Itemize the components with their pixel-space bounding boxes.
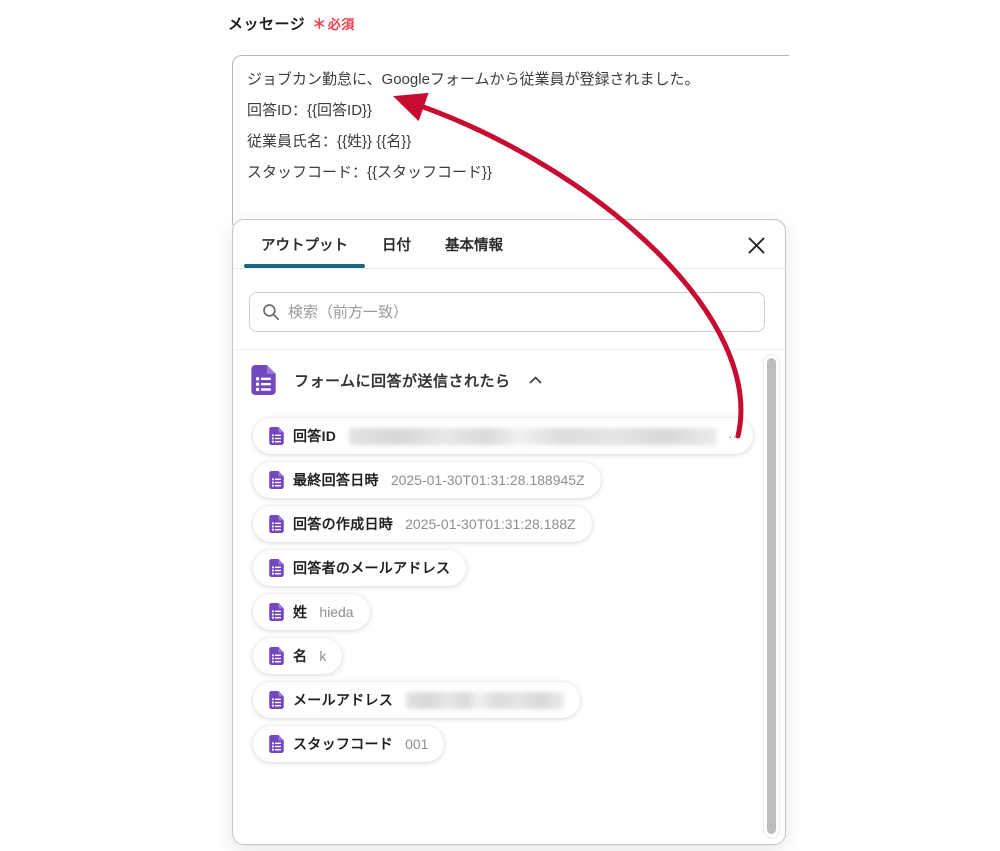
variable-value: 2025-01-30T01:31:28.188945Z bbox=[390, 472, 585, 488]
output-variable-last-name[interactable]: 姓 hieda bbox=[253, 594, 370, 630]
variable-label: スタッフコード bbox=[293, 736, 394, 752]
output-variable-answer-id[interactable]: 回答ID ·· bbox=[253, 418, 753, 454]
trigger-section-header[interactable]: フォームに回答が送信されたら bbox=[251, 362, 542, 398]
output-variable-created-time[interactable]: 回答の作成日時 2025-01-30T01:31:28.188Z bbox=[253, 506, 592, 542]
message-line: 従業員氏名：{{姓}} {{名}} bbox=[247, 133, 412, 150]
output-variable-first-name[interactable]: 名 k bbox=[253, 638, 343, 674]
output-variable-list: 回答ID ·· 最終回答日時 2025-01-30T01:31:28.18894… bbox=[253, 418, 753, 762]
trigger-section-title: フォームに回答が送信されたら bbox=[294, 372, 511, 390]
variable-value: k bbox=[319, 648, 327, 664]
output-variable-staff-code[interactable]: スタッフコード 001 bbox=[253, 726, 445, 762]
message-line: 回答ID：{{回答ID}} bbox=[247, 102, 373, 119]
variable-value: 2025-01-30T01:31:28.188Z bbox=[405, 516, 576, 532]
output-variable-last-response-time[interactable]: 最終回答日時 2025-01-30T01:31:28.188945Z bbox=[253, 462, 601, 498]
message-line: スタッフコード：{{スタッフコード}} bbox=[247, 164, 493, 181]
popup-tab-bar: アウトプット 日付 基本情報 bbox=[233, 220, 785, 269]
redacted-value bbox=[406, 691, 565, 709]
google-forms-icon bbox=[269, 691, 284, 709]
google-forms-icon bbox=[269, 647, 284, 665]
google-forms-icon bbox=[269, 471, 284, 489]
variable-label: 最終回答日時 bbox=[293, 472, 379, 488]
variable-value: 001 bbox=[405, 736, 429, 752]
google-forms-icon bbox=[269, 603, 284, 621]
screen: メッセージ ＊必須 ジョブカン勤怠に、Googleフォームから従業員が登録されまし… bbox=[0, 0, 1000, 851]
tab-date[interactable]: 日付 bbox=[382, 220, 411, 268]
variable-label: 姓 bbox=[293, 604, 308, 620]
output-list-scroll-area: フォームに回答が送信されたら 回答ID ·· 最終回答日時 2025-01-30… bbox=[233, 349, 785, 844]
scrollbar-track[interactable] bbox=[763, 354, 780, 839]
message-textarea-clip: ジョブカン勤怠に、Googleフォームから従業員が登録されました。 回答ID：{… bbox=[232, 55, 789, 225]
variable-label: 回答ID bbox=[293, 428, 337, 444]
redacted-value bbox=[349, 427, 718, 445]
search-box bbox=[249, 292, 765, 332]
close-icon[interactable] bbox=[745, 234, 767, 256]
google-forms-icon bbox=[269, 735, 284, 753]
google-forms-icon bbox=[269, 515, 284, 533]
output-variable-respondent-email[interactable]: 回答者のメールアドレス bbox=[253, 550, 467, 586]
message-textarea[interactable]: ジョブカン勤怠に、Googleフォームから従業員が登録されました。 回答ID：{… bbox=[232, 55, 789, 225]
output-picker-popup: アウトプット 日付 基本情報 フォームに回答が送信されたら bbox=[232, 219, 786, 845]
variable-value: hieda bbox=[319, 604, 354, 620]
message-field-label: メッセージ ＊必須 bbox=[228, 13, 355, 34]
required-badge: 必須 bbox=[327, 17, 355, 32]
google-forms-icon bbox=[269, 427, 284, 445]
required-asterisk: ＊ bbox=[312, 16, 327, 32]
field-label-text: メッセージ bbox=[228, 16, 306, 33]
variable-label: 回答の作成日時 bbox=[293, 516, 394, 532]
search-input[interactable] bbox=[288, 303, 752, 321]
tab-basic-info[interactable]: 基本情報 bbox=[445, 220, 503, 268]
google-forms-icon bbox=[269, 559, 284, 577]
variable-label: 回答者のメールアドレス bbox=[293, 560, 451, 576]
output-variable-email[interactable]: メールアドレス bbox=[253, 682, 581, 718]
tab-output[interactable]: アウトプット bbox=[244, 220, 365, 268]
chevron-up-icon[interactable] bbox=[529, 376, 542, 384]
scrollbar-thumb[interactable] bbox=[767, 358, 776, 834]
google-forms-icon bbox=[251, 365, 276, 395]
variable-label: メールアドレス bbox=[293, 692, 394, 708]
message-line: ジョブカン勤怠に、Googleフォームから従業員が登録されました。 bbox=[247, 71, 700, 88]
search-icon bbox=[262, 303, 280, 321]
variable-label: 名 bbox=[293, 648, 308, 664]
truncation-dots: ·· bbox=[728, 428, 737, 444]
